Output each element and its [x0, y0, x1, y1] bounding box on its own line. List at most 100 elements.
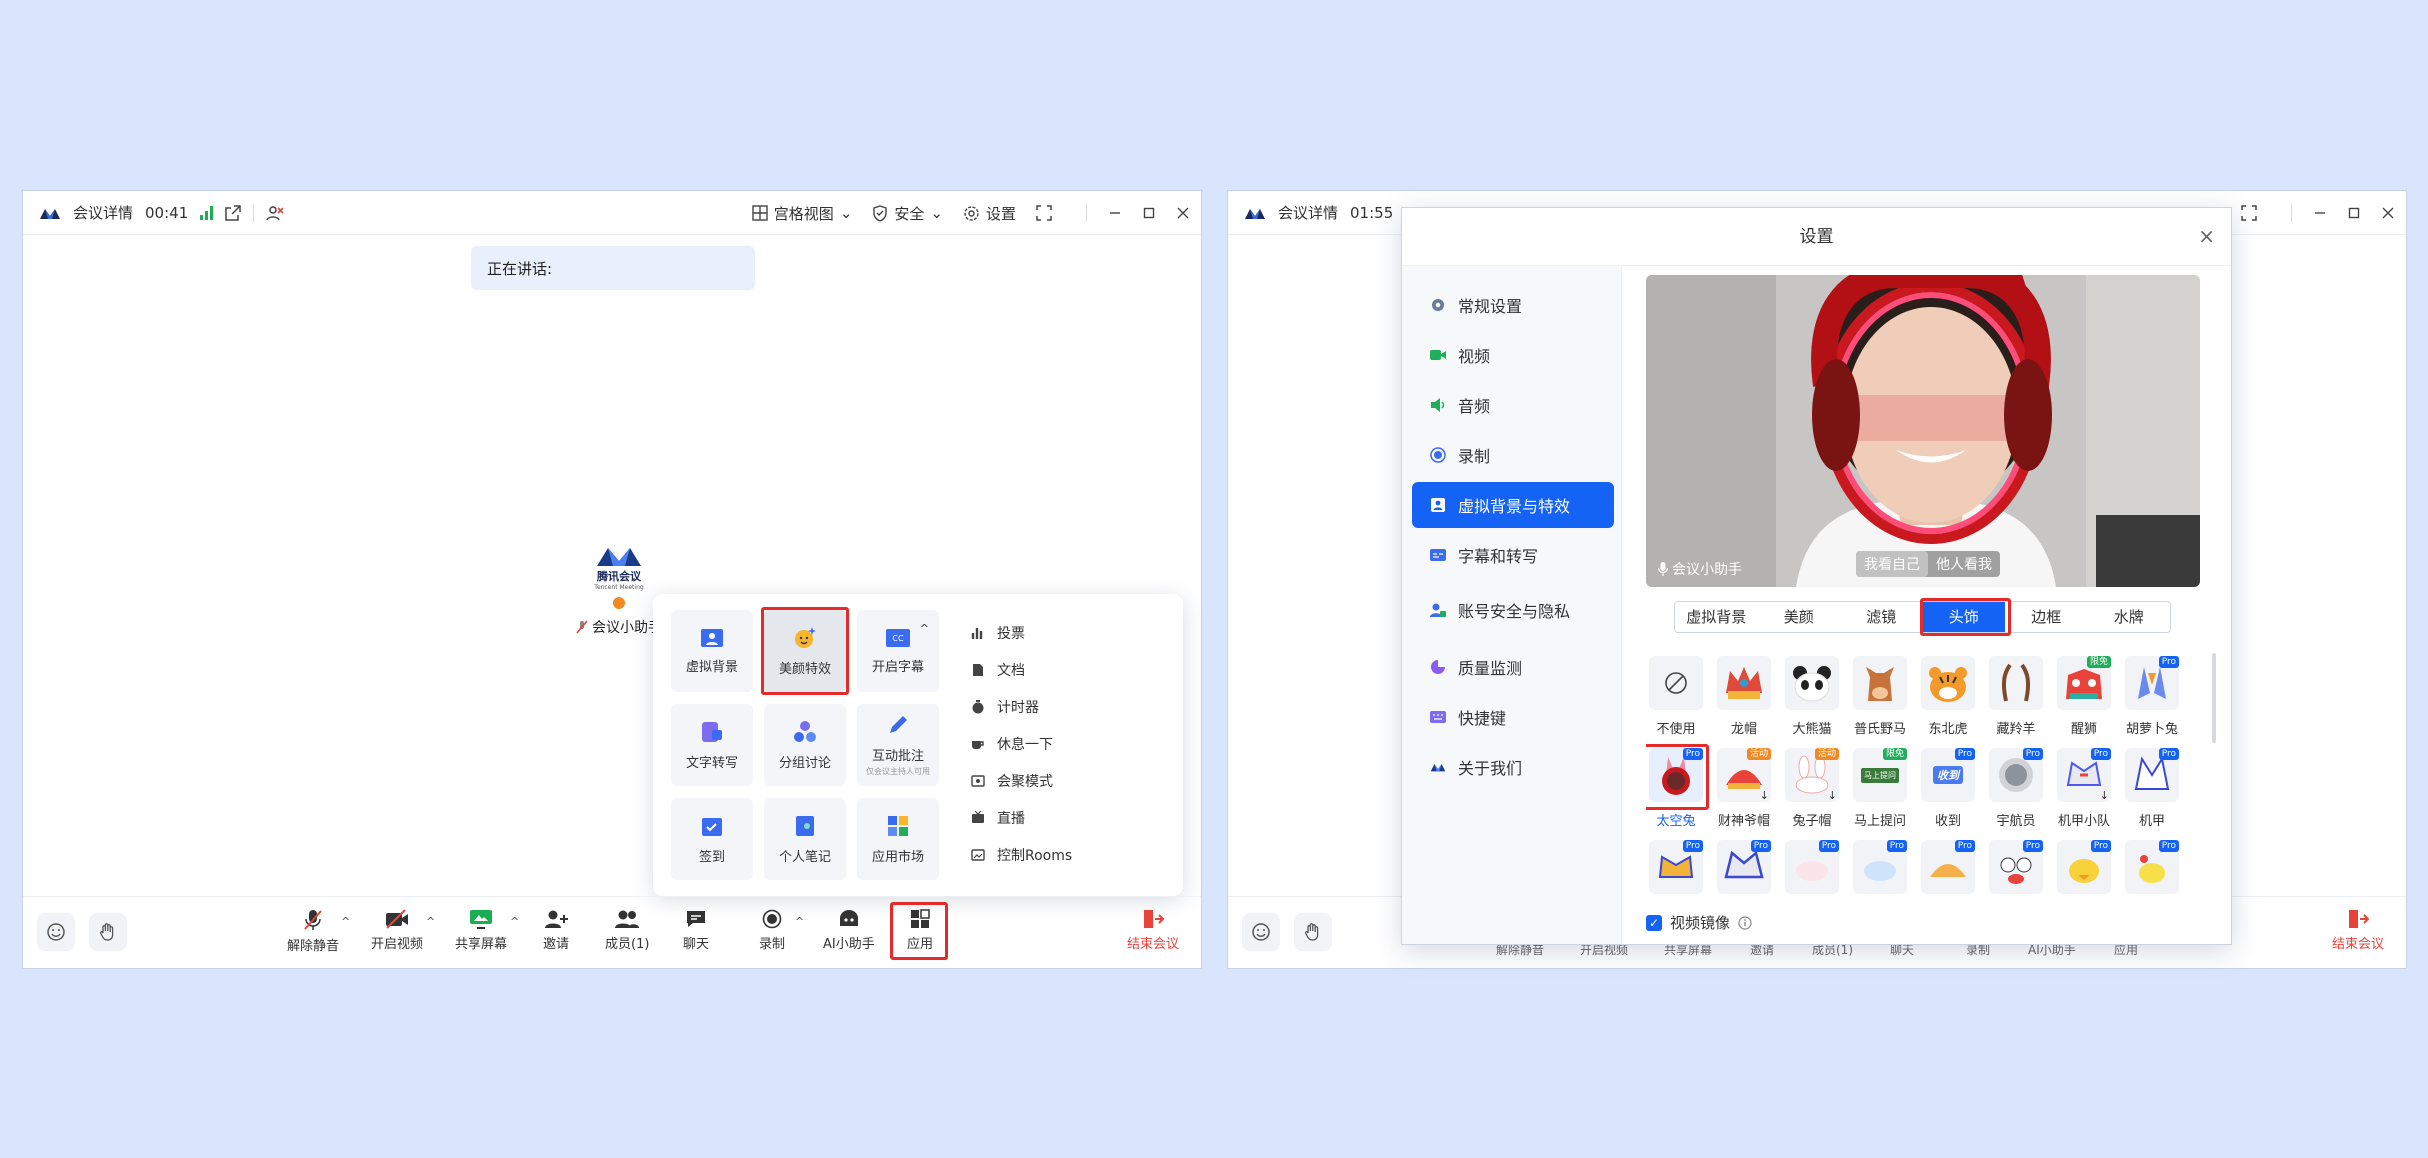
headwear-antelope[interactable]: 藏羚羊 [1986, 656, 2046, 744]
nav-item-general[interactable]: 常规设置 [1412, 282, 1614, 328]
app-captions[interactable]: CC 开启字幕 ^ [857, 610, 939, 692]
record-button[interactable]: 录制 [759, 909, 785, 952]
chevron-up-icon[interactable]: ^ [920, 622, 929, 635]
app-list-item-poll[interactable]: 投票 [971, 614, 1072, 651]
invite-button[interactable]: 邀请 [543, 909, 569, 952]
headwear-dragon-hat[interactable]: 龙帽 [1714, 656, 1774, 744]
app-breakout-rooms[interactable]: 分组讨论 [764, 704, 846, 786]
app-annotation[interactable]: 互动批注 仅会议主持人可用 [857, 704, 939, 786]
fullscreen-icon[interactable] [2241, 205, 2257, 221]
muted-speaker-icon[interactable] [266, 205, 284, 221]
app-virtual-background[interactable]: 虚拟背景 [671, 610, 753, 692]
tab-virtual-background[interactable]: 虚拟背景 [1675, 602, 1758, 632]
minimize-icon[interactable] [2314, 207, 2326, 219]
nav-item-recording[interactable]: 录制 [1412, 432, 1614, 478]
scrollbar[interactable] [2212, 653, 2216, 743]
app-list-item-rooms[interactable]: 控制Rooms [971, 836, 1072, 873]
fullscreen-icon[interactable] [1036, 205, 1052, 221]
security-button[interactable]: 安全 ⌄ [872, 203, 943, 224]
headwear-item[interactable]: Pro [1646, 840, 1706, 898]
app-label: 互动批注 [871, 749, 924, 764]
checkbox-checked-icon[interactable]: ✓ [1646, 914, 1662, 931]
headwear-bunny-hat[interactable]: 活动 ↓ 兔子帽 [1782, 748, 1842, 836]
headwear-item[interactable]: Pro [1782, 840, 1842, 898]
popout-icon[interactable] [225, 204, 241, 221]
tab-headwear[interactable]: 头饰 [1922, 602, 2005, 632]
settings-button[interactable]: 设置 [963, 203, 1016, 224]
headwear-mecha-squad[interactable]: Pro ↓ 机甲小队 [2054, 748, 2114, 836]
nav-item-video[interactable]: 视频 [1412, 332, 1614, 378]
nav-item-about[interactable]: 关于我们 [1412, 744, 1614, 790]
headwear-tiger[interactable]: 东北虎 [1918, 656, 1978, 744]
members-button[interactable]: 成员(1) [605, 909, 649, 952]
meeting-details-link[interactable]: 会议详情 [73, 202, 133, 223]
nav-item-shortcuts[interactable]: 快捷键 [1412, 694, 1614, 740]
emoji-button[interactable] [1242, 913, 1280, 951]
chevron-up-icon[interactable]: ^ [426, 915, 435, 928]
nav-item-virtual-background[interactable]: 虚拟背景与特效 [1412, 482, 1614, 528]
meeting-details-link[interactable]: 会议详情 [1278, 202, 1338, 223]
chevron-up-icon[interactable]: ^ [341, 915, 350, 928]
tab-filters[interactable]: 滤镜 [1840, 602, 1923, 632]
ai-assistant-button[interactable]: AI小助手 [823, 909, 875, 952]
apps-button[interactable]: 应用 [907, 909, 933, 952]
headwear-space-rabbit[interactable]: Pro 太空兔 [1646, 748, 1706, 836]
info-icon[interactable] [1738, 915, 1752, 930]
end-meeting-button[interactable]: 结束会议 [1127, 909, 1179, 952]
emoji-button[interactable] [37, 913, 75, 951]
app-list-item-gather-mode[interactable]: 会聚模式 [971, 762, 1072, 799]
headwear-astronaut[interactable]: Pro 宇航员 [1986, 748, 2046, 836]
start-video-button[interactable]: 开启视频 [371, 909, 423, 952]
raise-hand-button[interactable] [1294, 913, 1332, 951]
nav-item-quality-monitor[interactable]: 质量监测 [1412, 644, 1614, 690]
headwear-lion-dance[interactable]: 限免 醒狮 [2054, 656, 2114, 744]
tab-beauty[interactable]: 美颜 [1758, 602, 1841, 632]
toggle-view-self[interactable]: 我看自己 [1856, 551, 1928, 577]
headwear-item[interactable]: Pro [1986, 840, 2046, 898]
toggle-view-others[interactable]: 他人看我 [1928, 551, 2000, 577]
app-list-item-timer[interactable]: 计时器 [971, 688, 1072, 725]
headwear-panda[interactable]: 大熊猫 [1782, 656, 1842, 744]
app-transcription[interactable]: 文字转写 [671, 704, 753, 786]
headwear-mecha[interactable]: Pro 机甲 [2122, 748, 2182, 836]
end-meeting-button[interactable]: 结束会议 [2332, 909, 2384, 952]
raise-hand-button[interactable] [89, 913, 127, 951]
app-marketplace[interactable]: 应用市场 [857, 798, 939, 880]
headwear-none[interactable]: 不使用 [1646, 656, 1706, 744]
signal-icon[interactable] [200, 205, 214, 220]
video-mirror-option[interactable]: ✓ 视频镜像 [1646, 912, 1752, 933]
headwear-wild-horse[interactable]: 普氏野马 [1850, 656, 1910, 744]
headwear-item[interactable]: Pro [1714, 840, 1774, 898]
tab-name-tag[interactable]: 水牌 [2088, 602, 2171, 632]
share-screen-button[interactable]: 共享屏幕 [455, 909, 507, 952]
headwear-item[interactable]: Pro [1850, 840, 1910, 898]
close-icon[interactable] [1177, 207, 1189, 219]
tab-frames[interactable]: 边框 [2005, 602, 2088, 632]
grid-view-button[interactable]: 宫格视图 ⌄ [752, 203, 852, 224]
app-list-item-live[interactable]: 直播 [971, 799, 1072, 836]
chevron-up-icon[interactable]: ^ [795, 915, 804, 928]
maximize-icon[interactable] [2348, 207, 2360, 219]
headwear-carrot-rabbit[interactable]: Pro 胡萝卜兔 [2122, 656, 2182, 744]
unmute-button[interactable]: 解除静音 [287, 909, 339, 954]
app-personal-notes[interactable]: 个人笔记 [764, 798, 846, 880]
app-beauty-effects[interactable]: 美颜特效 [764, 610, 846, 692]
maximize-icon[interactable] [1143, 207, 1155, 219]
nav-item-account-security[interactable]: 账号安全与隐私 [1412, 582, 1614, 638]
close-icon[interactable] [2382, 207, 2394, 219]
chevron-up-icon[interactable]: ^ [510, 915, 519, 928]
minimize-icon[interactable] [1109, 207, 1121, 219]
nav-item-audio[interactable]: 音频 [1412, 382, 1614, 428]
headwear-received[interactable]: 收到 Pro 收到 [1918, 748, 1978, 836]
headwear-fortune-hat[interactable]: 活动 ↓ 财神爷帽 [1714, 748, 1774, 836]
headwear-ask-question[interactable]: 马上提问 限免 马上提问 [1850, 748, 1910, 836]
close-icon[interactable]: × [2198, 224, 2215, 248]
headwear-item[interactable]: Pro [2054, 840, 2114, 898]
headwear-item[interactable]: Pro [2122, 840, 2182, 898]
headwear-item[interactable]: Pro [1918, 840, 1978, 898]
app-check-in[interactable]: 签到 [671, 798, 753, 880]
chat-button[interactable]: 聊天 [683, 909, 709, 952]
nav-item-captions[interactable]: 字幕和转写 [1412, 532, 1614, 578]
app-list-item-break[interactable]: 休息一下 [971, 725, 1072, 762]
app-list-item-docs[interactable]: 文档 [971, 651, 1072, 688]
